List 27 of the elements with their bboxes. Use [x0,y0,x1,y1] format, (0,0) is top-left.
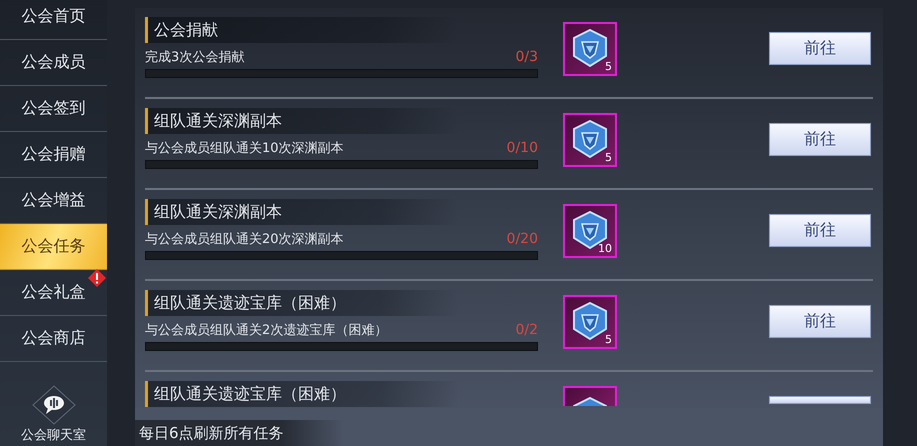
sidebar-item[interactable]: 公会捐赠 [0,132,107,178]
reward-item[interactable] [563,386,617,406]
task-description: 与公会成员组队通关20次深渊副本 [145,231,344,248]
sidebar-item[interactable]: 公会成员 [0,40,107,86]
task-description: 完成3次公会捐献 [145,49,244,66]
reward-item[interactable]: 10 [563,204,617,258]
go-button[interactable]: 前往 [769,123,871,156]
reward-item[interactable]: 5 [563,295,617,349]
task-description: 与公会成员组队通关2次遗迹宝库（困难） [145,322,388,339]
reward-item[interactable]: 5 [563,22,617,76]
reward-item[interactable]: 5 [563,113,617,167]
go-button[interactable]: 前往 [769,32,871,65]
sidebar-item[interactable]: 公会礼盒 [0,270,107,316]
alert-icon [87,268,107,288]
chat-label[interactable]: 公会聊天室 [21,426,86,444]
progress-count: 0/20 [506,231,538,247]
sidebar-item[interactable]: 公会商店 [0,316,107,362]
go-button[interactable]: 前往 [769,214,871,247]
go-button[interactable]: 前往 [769,305,871,338]
sidebar-item[interactable]: 公会首页 [0,0,107,40]
progress-count: 0/3 [515,49,538,65]
sidebar-item[interactable]: 公会任务 [0,224,107,270]
progress-count: 0/10 [506,140,538,156]
task-description: 与公会成员组队通关10次深渊副本 [145,140,344,157]
chat-icon[interactable] [30,384,76,426]
progress-count: 0/2 [515,322,538,338]
sidebar-item[interactable]: 公会签到 [0,86,107,132]
